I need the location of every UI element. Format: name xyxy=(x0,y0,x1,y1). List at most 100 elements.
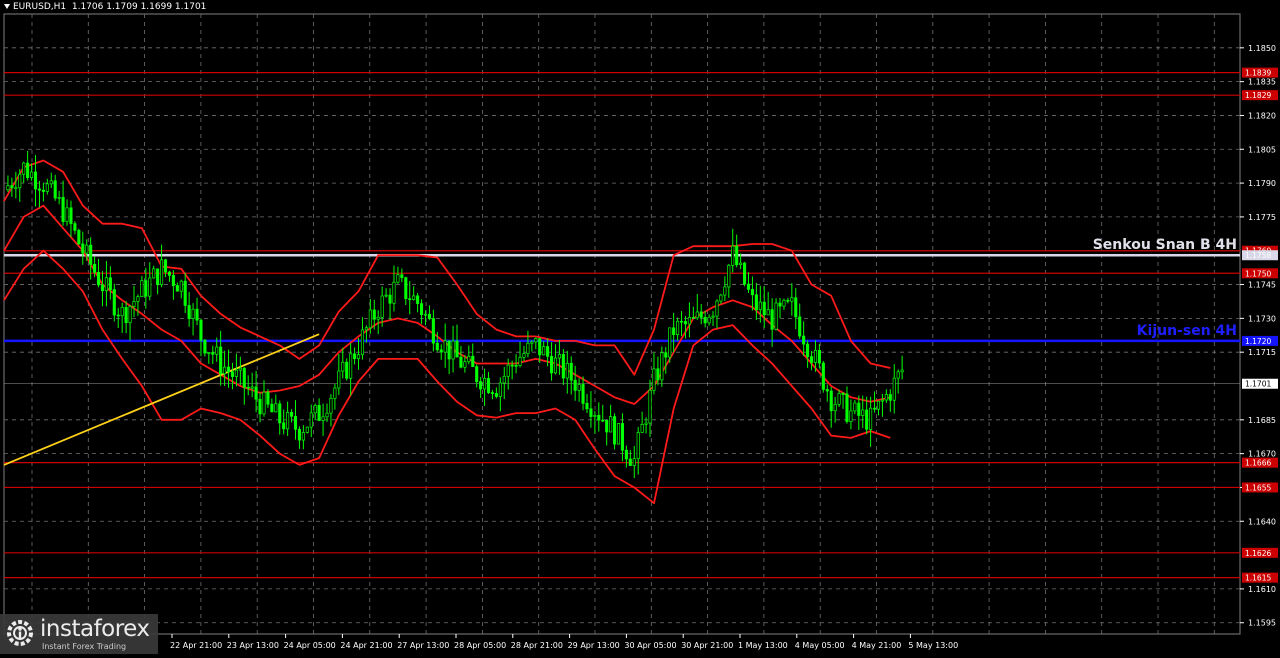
candle-body xyxy=(81,243,85,254)
y-tick-label: 1.1850 xyxy=(1248,44,1276,53)
candle-body xyxy=(672,327,676,336)
candle-body xyxy=(274,403,278,413)
chart-header: EURUSD,H1 1.1706 1.1709 1.1699 1.1701 xyxy=(4,2,206,12)
candle-body xyxy=(167,271,171,276)
candle-body xyxy=(483,378,487,390)
candle-body xyxy=(510,364,514,367)
candle-body xyxy=(400,274,404,278)
candle-body xyxy=(557,354,561,359)
candle-body xyxy=(806,343,810,357)
candle-body xyxy=(766,309,770,316)
candle-body xyxy=(498,382,502,397)
candle-body xyxy=(585,403,589,410)
candle-body xyxy=(18,173,22,189)
candle-body xyxy=(865,409,869,430)
candle-body xyxy=(337,370,341,389)
y-tick-label: 1.1715 xyxy=(1248,348,1276,357)
candle-body xyxy=(85,244,89,254)
symbol-label: EURUSD,H1 xyxy=(13,2,67,12)
candle-body xyxy=(628,458,632,466)
candle-body xyxy=(439,349,443,353)
candle-body xyxy=(813,349,818,363)
candle-body xyxy=(727,264,731,288)
candle-body xyxy=(632,458,636,466)
price-label: 1.1701 xyxy=(1245,380,1271,389)
candle-body xyxy=(640,424,644,433)
candle-body xyxy=(297,428,301,441)
price-label: 1.1655 xyxy=(1245,483,1271,492)
candle-body xyxy=(116,314,120,317)
candle-body xyxy=(798,316,802,337)
price-chart[interactable]: 1.1850 1.1835 1.1820 1.1805 1.1790 1.1775 1.17… xyxy=(0,0,1280,654)
candle-body xyxy=(207,352,211,354)
candle-body xyxy=(506,364,510,377)
candle-body xyxy=(707,316,711,324)
candle-body xyxy=(65,207,69,222)
candle-body xyxy=(616,423,621,445)
candle-body xyxy=(542,346,546,356)
candle-body xyxy=(857,402,861,416)
dropdown-triangle-icon[interactable] xyxy=(4,4,10,9)
candle-body xyxy=(786,299,790,302)
candle-body xyxy=(313,405,317,414)
candle-body xyxy=(754,294,758,311)
candle-body xyxy=(475,366,479,382)
candle-body xyxy=(364,327,368,331)
candle-body xyxy=(199,319,203,341)
candle-body xyxy=(388,294,392,304)
candle-body xyxy=(6,185,10,191)
candle-body xyxy=(790,297,794,302)
candle-body xyxy=(609,416,613,433)
x-tick-label: 1 May 13:00 xyxy=(738,641,788,650)
candle-body xyxy=(668,327,672,358)
candle-body xyxy=(368,309,372,329)
candle-body xyxy=(486,378,491,393)
candle-body xyxy=(605,420,609,433)
price-label: 1.1720 xyxy=(1245,337,1271,346)
candle-body xyxy=(156,268,160,285)
candle-body xyxy=(384,294,388,297)
candle-body xyxy=(845,393,849,422)
candle-body xyxy=(258,398,262,415)
candle-body xyxy=(549,355,554,374)
candle-body xyxy=(215,346,219,355)
ohlc-values: 1.1706 1.1709 1.1699 1.1701 xyxy=(71,2,207,12)
candle-body xyxy=(739,262,743,266)
x-tick-label: 27 Apr 13:00 xyxy=(397,641,449,650)
y-tick-label: 1.1595 xyxy=(1248,619,1276,628)
candle-body xyxy=(61,197,65,222)
candle-body xyxy=(226,366,231,373)
candle-body xyxy=(187,305,191,319)
candle-body xyxy=(849,410,853,422)
candle-body xyxy=(325,412,329,418)
candle-body xyxy=(230,371,235,377)
candle-body xyxy=(624,449,628,460)
y-tick-label: 1.1730 xyxy=(1248,314,1276,323)
candle-body xyxy=(833,403,837,412)
candle-body xyxy=(136,296,140,302)
price-label: 1.1750 xyxy=(1245,269,1271,278)
chart-area[interactable]: 1.1850 1.1835 1.1820 1.1805 1.1790 1.1775 1.17… xyxy=(0,0,1280,654)
price-label: 1.1666 xyxy=(1245,459,1271,468)
candle-body xyxy=(534,338,538,343)
candle-body xyxy=(896,371,900,379)
candle-body xyxy=(309,412,313,428)
candle-body xyxy=(869,407,873,430)
price-label: 1.1615 xyxy=(1245,574,1271,583)
y-tick-label: 1.1775 xyxy=(1248,213,1276,222)
candle-body xyxy=(431,318,435,344)
candle-body xyxy=(412,295,416,300)
price-label: 1.1829 xyxy=(1245,91,1271,100)
candle-body xyxy=(356,354,361,360)
candle-body xyxy=(581,384,585,404)
candle-body xyxy=(648,389,652,424)
x-tick-label: 30 Apr 21:00 xyxy=(681,641,733,650)
candle-body xyxy=(179,280,183,292)
candle-body xyxy=(45,183,49,192)
candle-body xyxy=(223,366,227,375)
y-tick-label: 1.1805 xyxy=(1248,145,1276,154)
price-label: 1.1839 xyxy=(1245,69,1271,78)
candle-body xyxy=(41,189,45,192)
candle-body xyxy=(293,415,298,430)
candle-body xyxy=(183,280,187,306)
